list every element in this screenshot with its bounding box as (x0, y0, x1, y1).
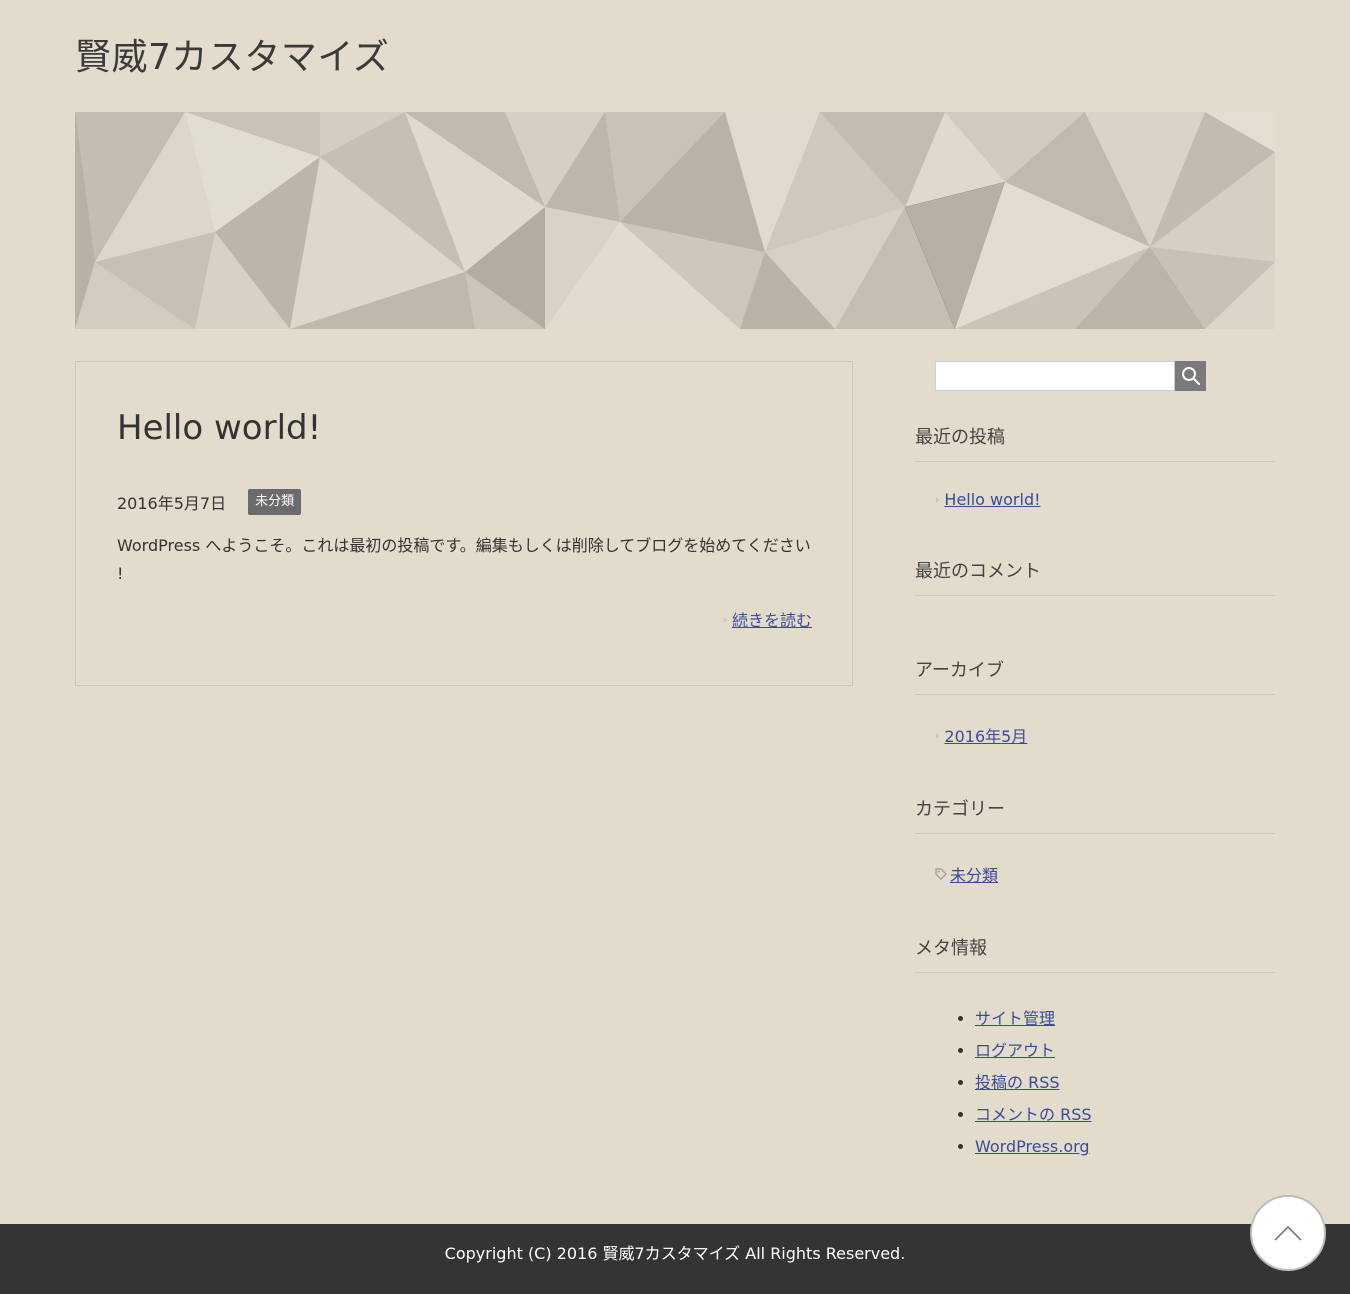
header-image (75, 112, 1275, 329)
back-to-top-button[interactable] (1250, 1195, 1326, 1271)
tag-icon (935, 868, 947, 880)
meta-link-logout[interactable]: ログアウト (975, 1041, 1055, 1060)
list-item: ログアウト (975, 1035, 1275, 1067)
search-icon (1181, 367, 1200, 386)
list-item: 投稿の RSS (975, 1067, 1275, 1099)
meta-link-site-admin[interactable]: サイト管理 (975, 1009, 1055, 1028)
widget-categories: カテゴリー 未分類 (915, 795, 1275, 886)
category-badge[interactable]: 未分類 (248, 489, 302, 515)
footer: Copyright (C) 2016 賢威7カスタマイズ All Rights … (0, 1224, 1350, 1294)
post-meta: 2016年5月7日 未分類 (117, 489, 302, 515)
recent-post-link[interactable]: Hello world! (944, 490, 1040, 509)
list-item: サイト管理 (975, 1003, 1275, 1035)
polygon-pattern (75, 112, 1275, 329)
list-item: 未分類 (935, 862, 1275, 886)
widget-title-recent-comments: 最近のコメント (915, 557, 1275, 596)
post-date: 2016年5月7日 (117, 494, 227, 513)
post-title[interactable]: Hello world! (117, 408, 321, 448)
list-item: › 2016年5月 (935, 723, 1275, 747)
widget-title-meta: メタ情報 (915, 934, 1275, 973)
site-title[interactable]: 賢威7カスタマイズ (75, 28, 389, 80)
meta-link-posts-rss[interactable]: 投稿の RSS (975, 1073, 1060, 1092)
meta-link-wordpress-org[interactable]: WordPress.org (975, 1137, 1090, 1156)
chevron-up-icon (1274, 1225, 1302, 1241)
widget-meta: メタ情報 サイト管理 ログアウト 投稿の RSS コメントの RSS WordP… (915, 934, 1275, 1163)
archive-link[interactable]: 2016年5月 (944, 723, 1027, 747)
read-more: › 続きを読む (723, 607, 812, 631)
chevron-right-icon: › (935, 728, 940, 742)
category-link[interactable]: 未分類 (950, 862, 998, 886)
search-form (935, 361, 1206, 391)
widget-title-archives: アーカイブ (915, 656, 1275, 695)
widget-archives: アーカイブ › 2016年5月 (915, 656, 1275, 747)
read-more-link[interactable]: 続きを読む (732, 607, 812, 631)
archives-list: › 2016年5月 (915, 695, 1275, 747)
post-excerpt: WordPress へようこそ。これは最初の投稿です。編集もしくは削除してブログ… (117, 536, 811, 583)
widget-recent-posts: 最近の投稿 › Hello world! (915, 423, 1275, 509)
list-item: WordPress.org (975, 1131, 1275, 1163)
list-item: コメントの RSS (975, 1099, 1275, 1131)
recent-posts-list: › Hello world! (915, 462, 1275, 509)
chevron-right-icon: › (935, 493, 940, 506)
meta-link-comments-rss[interactable]: コメントの RSS (975, 1105, 1092, 1124)
copyright: Copyright (C) 2016 賢威7カスタマイズ All Rights … (444, 1244, 906, 1263)
list-item: › Hello world! (935, 490, 1275, 509)
widget-title-recent-posts: 最近の投稿 (915, 423, 1275, 462)
widget-recent-comments: 最近のコメント (915, 557, 1275, 596)
widget-title-categories: カテゴリー (915, 795, 1275, 834)
categories-list: 未分類 (915, 834, 1275, 886)
search-button[interactable] (1175, 361, 1206, 391)
post-card: Hello world! 2016年5月7日 未分類 WordPress へよう… (75, 361, 853, 686)
chevron-right-icon: › (722, 612, 727, 626)
meta-list: サイト管理 ログアウト 投稿の RSS コメントの RSS WordPress.… (915, 973, 1275, 1163)
search-input[interactable] (935, 361, 1175, 391)
